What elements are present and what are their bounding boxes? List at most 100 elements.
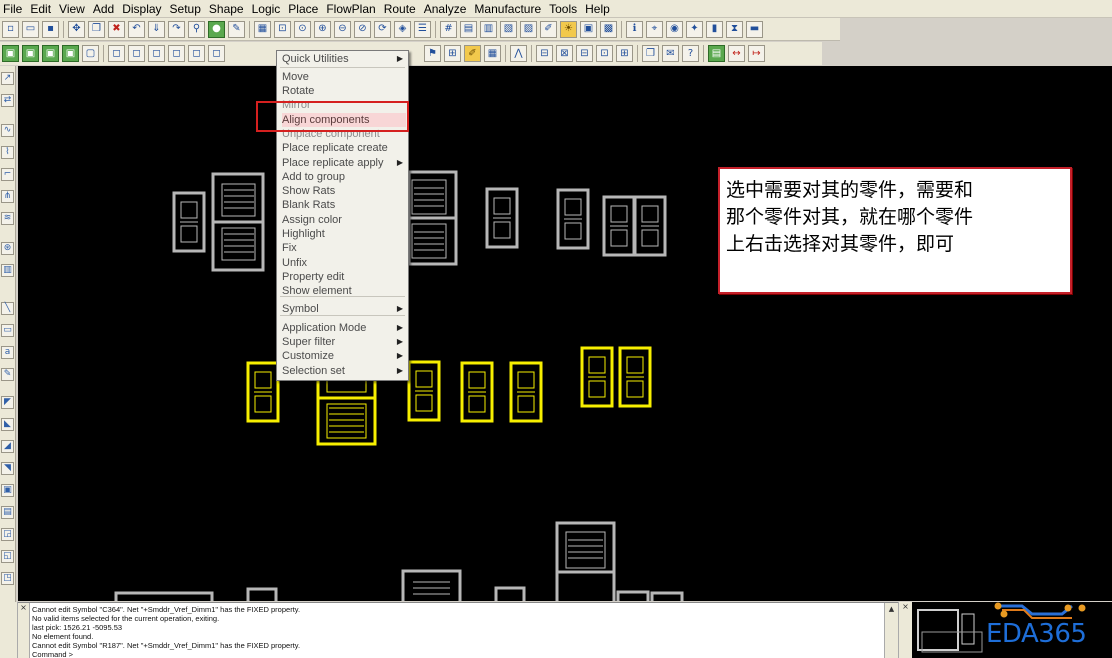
mail-icon[interactable]: ✉: [662, 45, 679, 62]
slide-icon[interactable]: ⇄: [1, 94, 14, 107]
diff-pair-icon[interactable]: ≋: [1, 212, 14, 225]
component-gray[interactable]: [246, 587, 278, 601]
shape-decompose-icon[interactable]: ◱: [1, 550, 14, 563]
shape-add-icon[interactable]: ◤: [1, 396, 14, 409]
component-selected[interactable]: [460, 361, 494, 423]
grid-icon[interactable]: ▦: [254, 20, 271, 38]
highlight-icon[interactable]: ✐: [540, 20, 557, 38]
context-menu-item-place-replicate-create[interactable]: Place replicate create: [282, 141, 406, 155]
shape-check-icon[interactable]: ◳: [1, 572, 14, 585]
pin-icon[interactable]: ✎: [228, 20, 245, 38]
world-view-minimap[interactable]: EDA365: [912, 602, 1112, 658]
redraw-icon[interactable]: ⟳: [374, 20, 391, 38]
color-icon[interactable]: ▤: [460, 20, 477, 38]
menu-view[interactable]: View: [56, 2, 90, 16]
menu-logic[interactable]: Logic: [249, 2, 286, 16]
add-text-icon[interactable]: a: [1, 346, 14, 359]
copy-icon[interactable]: ❐: [88, 20, 105, 38]
layer-top-icon[interactable]: ▣: [2, 45, 19, 62]
design-canvas[interactable]: [18, 66, 1112, 601]
delete-icon[interactable]: ✖: [108, 20, 125, 38]
context-menu-item-quick-utilities[interactable]: Quick Utilities ▶: [282, 52, 406, 66]
select-net-icon[interactable]: ◻: [208, 45, 225, 62]
context-menu-item-customize[interactable]: Customize ▶: [282, 349, 406, 363]
shape-select-icon[interactable]: ▣: [1, 484, 14, 497]
shape-merge-icon[interactable]: ◣: [1, 418, 14, 431]
menu-display[interactable]: Display: [119, 2, 166, 16]
drc-icon[interactable]: ◉: [666, 20, 683, 38]
zoom-fit-icon[interactable]: ⊙: [294, 20, 311, 38]
undo-icon[interactable]: ↶: [128, 20, 145, 38]
layer-bottom-icon[interactable]: ▣: [22, 45, 39, 62]
report-icon[interactable]: ▩: [600, 20, 617, 38]
context-menu-item-rotate[interactable]: Rotate: [282, 84, 406, 98]
add-connect-icon[interactable]: ↗: [1, 72, 14, 85]
board-icon[interactable]: ▧: [500, 20, 517, 38]
console-prompt[interactable]: Command >: [32, 650, 880, 658]
context-menu-item-unfix[interactable]: Unfix: [282, 256, 406, 270]
component-gray[interactable]: [633, 195, 667, 257]
glossing-icon[interactable]: ▥: [1, 264, 14, 277]
component-gray[interactable]: [650, 591, 684, 601]
menu-edit[interactable]: Edit: [27, 2, 56, 16]
shape-compose-icon[interactable]: ◲: [1, 528, 14, 541]
layer-inner-icon[interactable]: ▣: [42, 45, 59, 62]
autoroute-icon[interactable]: ⊛: [1, 242, 14, 255]
analyze-icon[interactable]: ⋀: [510, 45, 527, 62]
component-selected[interactable]: [509, 361, 543, 423]
3d-view-icon[interactable]: ◈: [394, 20, 411, 38]
menu-manufacture[interactable]: Manufacture: [471, 2, 546, 16]
vertex-icon[interactable]: ⌐: [1, 168, 14, 181]
context-menu-item-show-element[interactable]: Show element: [282, 284, 406, 298]
brightness-icon[interactable]: ☀: [560, 20, 577, 38]
zoom-window-icon[interactable]: ⊡: [274, 20, 291, 38]
zoom-out-icon[interactable]: ⊖: [334, 20, 351, 38]
command-console[interactable]: × Cannot edit Symbol "C364". Net "+Smddr…: [18, 602, 898, 658]
menu-setup[interactable]: Setup: [167, 2, 206, 16]
component-gray[interactable]: [616, 590, 650, 601]
component-gray[interactable]: [172, 191, 206, 253]
flag-icon[interactable]: ⚑: [424, 45, 441, 62]
context-menu-item-blank-rats[interactable]: Blank Rats: [282, 198, 406, 212]
menu-file[interactable]: File: [0, 2, 27, 16]
marker-icon[interactable]: ✦: [686, 20, 703, 38]
component-icon[interactable]: ▤: [708, 45, 725, 62]
layer-off-icon[interactable]: ▢: [82, 45, 99, 62]
stats-icon[interactable]: ▥: [480, 20, 497, 38]
window-icon[interactable]: ❐: [642, 45, 659, 62]
hash-icon[interactable]: #: [440, 20, 457, 38]
constraint-icon[interactable]: ⊠: [556, 45, 573, 62]
select-pin-icon[interactable]: ◻: [128, 45, 145, 62]
menu-analyze[interactable]: Analyze: [421, 2, 472, 16]
component-gray[interactable]: [555, 521, 616, 601]
select-shape-icon[interactable]: ◻: [168, 45, 185, 62]
measure-distance-icon[interactable]: ↔: [728, 45, 745, 62]
component-selected[interactable]: [580, 346, 614, 408]
shadow-icon[interactable]: ▨: [520, 20, 537, 38]
menu-add[interactable]: Add: [90, 2, 119, 16]
chip-icon[interactable]: ▦: [484, 45, 501, 62]
info-icon[interactable]: ℹ: [626, 20, 643, 38]
component-gray[interactable]: [602, 195, 636, 257]
console-scrollbar[interactable]: ▲: [884, 603, 898, 658]
spread-icon[interactable]: ⊞: [616, 45, 633, 62]
component-gray[interactable]: [407, 170, 458, 266]
zoom-previous-icon[interactable]: ⊘: [354, 20, 371, 38]
shape-params-icon[interactable]: ▤: [1, 506, 14, 519]
add-line-icon[interactable]: ╲: [1, 302, 14, 315]
delay-tune-icon[interactable]: ∿: [1, 124, 14, 137]
component-selected[interactable]: [407, 360, 441, 422]
context-menu-item-property-edit[interactable]: Property edit: [282, 270, 406, 284]
layers-icon[interactable]: ☰: [414, 20, 431, 38]
add-rect-icon[interactable]: ▭: [1, 324, 14, 337]
component-gray[interactable]: [114, 591, 214, 601]
select-via-icon[interactable]: ◻: [148, 45, 165, 62]
database-icon[interactable]: ▬: [746, 20, 763, 38]
context-menu-item-highlight[interactable]: Highlight: [282, 227, 406, 241]
select-symbol-icon[interactable]: ◻: [108, 45, 125, 62]
worldview-close-icon[interactable]: ×: [898, 602, 912, 658]
layer-plane-icon[interactable]: ▣: [62, 45, 79, 62]
component-gray[interactable]: [485, 187, 519, 249]
context-menu-item-application-mode[interactable]: Application Mode ▶: [282, 321, 406, 335]
download-icon[interactable]: ⇓: [148, 20, 165, 38]
